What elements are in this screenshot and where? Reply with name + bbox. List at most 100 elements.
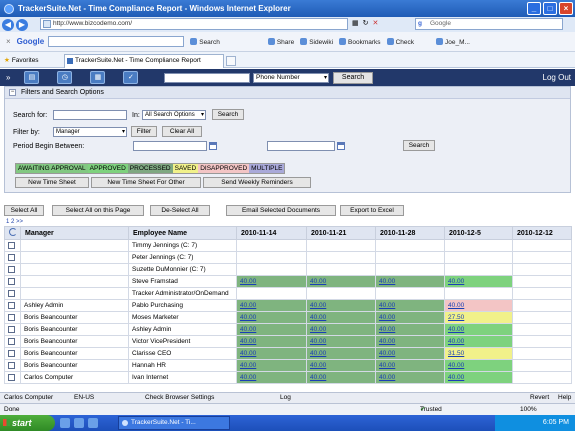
hours-cell[interactable]: 40.00 — [375, 335, 445, 348]
quick-launch-icon[interactable] — [88, 418, 98, 428]
hours-cell[interactable]: 40.00 — [306, 323, 376, 336]
toolbar-close-icon[interactable]: × — [6, 37, 11, 46]
refresh-icon[interactable]: ↻ — [363, 19, 369, 27]
compat-icon[interactable]: ▦ — [352, 19, 359, 27]
column-header[interactable]: 2010-11-21 — [306, 226, 376, 240]
account-button[interactable]: Joe_M... — [436, 37, 470, 46]
hours-cell[interactable]: 40.00 — [306, 347, 376, 360]
row-checkbox[interactable] — [8, 289, 15, 297]
row-select-cell[interactable] — [4, 323, 21, 336]
sidewiki-button[interactable]: Sidewiki — [300, 37, 333, 46]
row-select-cell[interactable] — [4, 371, 21, 384]
taskbar-window-button[interactable]: TrackerSuite.Net - Ti... — [118, 416, 230, 430]
row-checkbox[interactable] — [8, 373, 15, 381]
back-button[interactable]: ◀ — [2, 18, 14, 31]
filters-header[interactable]: − Filters and Search Options — [5, 87, 570, 99]
hours-cell[interactable]: 40.00 — [236, 299, 307, 312]
check-button[interactable]: Check — [386, 37, 414, 46]
url-field[interactable]: http://www.bizcodemo.com/ — [40, 18, 348, 30]
row-select-cell[interactable] — [4, 347, 21, 360]
email-selected-button[interactable]: Email Selected Documents — [226, 205, 336, 216]
hours-cell[interactable]: 40.00 — [444, 323, 513, 336]
hours-cell[interactable]: 40.00 — [375, 371, 445, 384]
row-select-cell[interactable] — [4, 311, 21, 324]
export-excel-button[interactable]: Export to Excel — [340, 205, 404, 216]
hours-cell[interactable]: 40.00 — [375, 275, 445, 288]
browser-tab[interactable]: TrackerSuite.Net - Time Compliance Repor… — [64, 54, 224, 68]
hours-cell[interactable]: 40.00 — [236, 323, 307, 336]
clock-icon[interactable]: ◷ — [57, 71, 73, 84]
hours-cell[interactable]: 40.00 — [306, 311, 376, 324]
header-search-input[interactable] — [164, 73, 250, 83]
collapse-icon[interactable]: − — [9, 89, 16, 96]
hours-cell[interactable]: 40.00 — [375, 311, 445, 324]
column-header[interactable]: Manager — [20, 226, 129, 240]
minimize-button[interactable]: _ — [527, 2, 541, 15]
hours-cell[interactable]: 40.00 — [306, 371, 376, 384]
refresh-header[interactable] — [4, 226, 21, 240]
calendar-icon[interactable] — [337, 142, 345, 150]
hours-cell[interactable]: 40.00 — [236, 275, 307, 288]
hours-cell[interactable]: 31.50 — [444, 347, 513, 360]
timesheet-icon[interactable]: ▤ — [24, 71, 40, 84]
row-select-cell[interactable] — [4, 359, 21, 372]
hours-cell[interactable]: 40.00 — [236, 359, 307, 372]
search-for-input[interactable] — [53, 110, 127, 120]
hours-cell[interactable]: 40.00 — [444, 359, 513, 372]
hours-cell[interactable]: 40.00 — [444, 335, 513, 348]
hours-cell[interactable]: 40.00 — [236, 347, 307, 360]
hours-cell[interactable]: 40.00 — [236, 311, 307, 324]
row-select-cell[interactable] — [4, 287, 21, 300]
zoom-level[interactable]: 100% — [520, 404, 537, 415]
deselect-all-button[interactable]: De-Select All — [150, 205, 210, 216]
calendar-icon[interactable]: ▦ — [90, 71, 106, 84]
hours-cell[interactable]: 40.00 — [375, 299, 445, 312]
column-header[interactable]: 2010-12-5 — [444, 226, 513, 240]
row-checkbox[interactable] — [8, 253, 15, 261]
calendar-icon[interactable] — [209, 142, 217, 150]
pager[interactable]: 1 2 >> — [6, 219, 23, 225]
new-tab-button[interactable] — [226, 56, 236, 66]
row-select-cell[interactable] — [4, 275, 21, 288]
send-weekly-reminders-button[interactable]: Send Weekly Reminders — [203, 177, 311, 188]
row-checkbox[interactable] — [8, 349, 15, 357]
period-end-input[interactable] — [267, 141, 335, 151]
column-header[interactable]: Employee Name — [128, 226, 237, 240]
close-button[interactable]: × — [559, 2, 573, 15]
hours-cell[interactable]: 40.00 — [306, 359, 376, 372]
stop-icon[interactable]: ✕ — [373, 19, 379, 27]
help-link[interactable]: Help — [558, 393, 571, 403]
log-link[interactable]: Log — [280, 393, 291, 403]
row-checkbox[interactable] — [8, 301, 15, 309]
approve-icon[interactable]: ✓ — [123, 71, 139, 84]
column-header[interactable]: 2010-12-12 — [512, 226, 572, 240]
row-checkbox[interactable] — [8, 265, 15, 273]
hours-cell[interactable]: 40.00 — [375, 347, 445, 360]
search-in-select[interactable]: All Search Options ▾ — [142, 110, 206, 120]
favorites-button[interactable]: ★ Favorites — [4, 56, 39, 64]
forward-button[interactable]: ▶ — [16, 18, 28, 31]
row-select-cell[interactable] — [4, 263, 21, 276]
hours-cell[interactable]: 40.00 — [444, 275, 513, 288]
header-search-button[interactable]: Search — [333, 72, 373, 84]
header-search-field-select[interactable]: Phone Number ▾ — [253, 73, 329, 83]
row-checkbox[interactable] — [8, 241, 15, 249]
maximize-button[interactable]: □ — [543, 2, 557, 15]
start-button[interactable]: start — [0, 415, 55, 431]
hours-cell[interactable]: 40.00 — [444, 371, 513, 384]
period-start-input[interactable] — [133, 141, 207, 151]
hours-cell[interactable]: 40.00 — [236, 371, 307, 384]
column-header[interactable]: 2010-11-28 — [375, 226, 445, 240]
column-header[interactable]: 2010-11-14 — [236, 226, 307, 240]
filter-button[interactable]: Filter — [131, 126, 157, 137]
hours-cell[interactable]: 40.00 — [375, 323, 445, 336]
bookmarks-button[interactable]: Bookmarks — [339, 37, 381, 46]
revert-link[interactable]: Revert — [530, 393, 549, 403]
hours-cell[interactable]: 40.00 — [375, 359, 445, 372]
hours-cell[interactable]: 40.00 — [236, 335, 307, 348]
row-select-cell[interactable] — [4, 239, 21, 252]
select-all-button[interactable]: Select All — [4, 205, 44, 216]
quick-launch-icon[interactable] — [60, 418, 70, 428]
search-button[interactable]: Search — [212, 109, 244, 120]
hours-cell[interactable]: 40.00 — [306, 299, 376, 312]
